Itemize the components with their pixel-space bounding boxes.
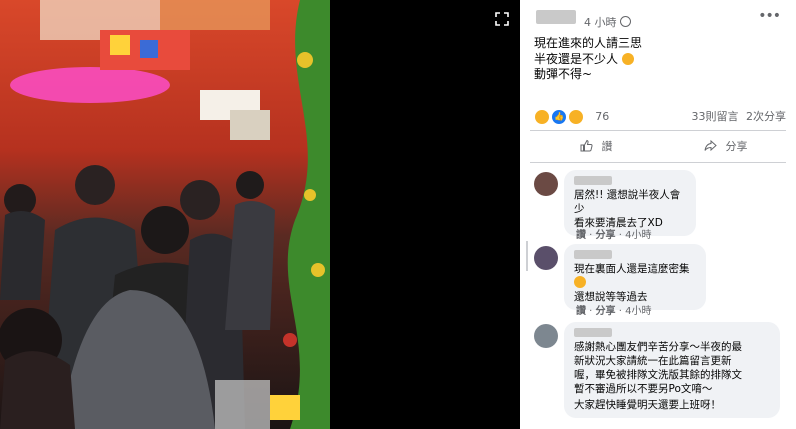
like-button-label: 讚 [601,140,613,153]
author-name-redacted [536,10,576,24]
post-time-text: 4 小時 [584,16,617,29]
comment-text-line: 現在裏面人還是這麼密集 [574,262,696,290]
comment-text-line: 暫不審過所以不要另Po文唷～ [574,383,713,395]
shares-count[interactable]: 2次分享 [746,110,786,123]
comment-meta: 讚 · 分享 · 4小時 [576,230,652,241]
haha-reaction-icon [568,108,585,125]
photo-letterbox [330,0,520,429]
comment-text-line: 感謝熱心團友們辛苦分享～半夜的最 [574,341,742,353]
comment-like-link[interactable]: 讚 [576,230,586,241]
thread-line [526,241,528,271]
comment-bubble: 現在裏面人還是這麼密集 還想說等等過去 [564,244,706,310]
comment-like-link[interactable]: 讚 [576,306,586,317]
post-text-line: 動彈不得~ [534,67,593,81]
comment-share-link[interactable]: 分享 [596,230,616,241]
share-button-label: 分享 [725,140,748,153]
divider [530,162,786,163]
post-photo[interactable] [0,0,330,429]
wow-reaction-icon [534,108,550,125]
comment-text-line: 喔，畢免被排隊文洗版其餘的排隊文 [574,369,742,381]
globe-icon [619,16,631,27]
comment-bubble: 感謝熱心團友們辛苦分享～半夜的最 新狀況大家請統一在此篇留言更新 喔，畢免被排隊… [564,322,780,418]
post-text-line: 現在進來的人請三思 [534,36,643,50]
crying-emoji-icon [621,52,634,65]
comment-time[interactable]: 4小時 [625,306,651,317]
expand-icon[interactable] [494,12,510,28]
screaming-emoji-icon [574,276,586,288]
divider [530,130,786,131]
commenter-name-redacted [574,328,612,337]
comments-count[interactable]: 33則留言 [692,110,739,123]
comment-text-line: 大家趕快睡覺明天還要上班呀！ [574,399,721,411]
post-text-line: 半夜還是不少人 [534,52,642,68]
more-icon[interactable]: ••• [758,8,781,24]
commenter-name-redacted [574,250,612,259]
post-header: 4 小時 ••• [536,6,788,32]
avatar[interactable] [534,246,558,270]
comment-text-line: 居然!! 還想說半夜人會少 [574,189,681,215]
avatar[interactable] [534,172,558,196]
post-timestamp[interactable]: 4 小時 [584,14,631,30]
reactions-summary[interactable]: 👍 76 [534,106,610,125]
share-icon [704,139,717,152]
comment-text-line: 新狀況大家請統一在此篇留言更新 [574,355,732,367]
crowd-photo-illustration [0,0,330,429]
comment-meta: 讚 · 分享 · 4小時 [576,306,652,317]
post-text: 現在進來的人請三思 半夜還是不少人 動彈不得~ [534,36,642,83]
post-detail-panel: 4 小時 ••• 現在進來的人請三思 半夜還是不少人 動彈不得~ 👍 76 33… [520,0,796,429]
like-icon [580,139,593,152]
reaction-count: 76 [595,110,610,123]
commenter-name-redacted [574,176,612,185]
comment-time[interactable]: 4小時 [625,230,651,241]
like-button[interactable]: 讚 [580,138,613,154]
engagement-counts: 33則留言 2次分享 [692,108,787,124]
avatar[interactable] [534,324,558,348]
like-reaction-icon: 👍 [551,108,568,125]
share-button[interactable]: 分享 [704,138,748,154]
post-actions: 讚 分享 [520,136,796,158]
comment-share-link[interactable]: 分享 [596,306,616,317]
